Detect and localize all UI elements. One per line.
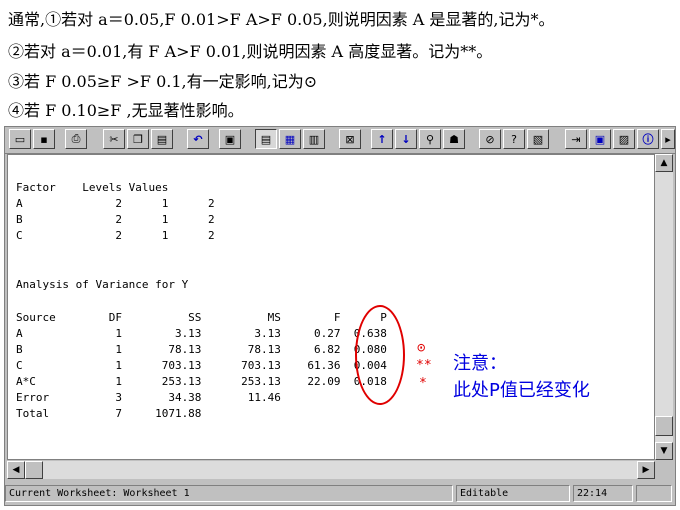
current-worksheet: Current Worksheet: Worksheet 1: [5, 485, 453, 502]
toolbar: ▭ ▪ ⎙ ✂ ❐ ▤ ↶ ▣ ▤ ▦ ▥ ⊠ ↑ ↓ ⚲ ☗ ⊘ ? ▧ ⇥ …: [5, 127, 675, 154]
anova-table: Source DF SS MS F P A 1 3.13 3.13 0.27 0…: [16, 311, 387, 420]
toolbar-overflow-icon[interactable]: ▸: [661, 129, 675, 149]
manage-graphs-icon[interactable]: ▧: [527, 129, 549, 149]
cut-icon[interactable]: ✂: [103, 129, 125, 149]
help-man-icon[interactable]: ☗: [443, 129, 465, 149]
data-window-icon[interactable]: ▦: [279, 129, 301, 149]
mark-c: **: [416, 358, 432, 373]
status-bar: Current Worksheet: Worksheet 1 Editable …: [5, 483, 675, 505]
help-icon[interactable]: ?: [503, 129, 525, 149]
info-window-icon[interactable]: ▥: [303, 129, 325, 149]
horizontal-scroll-thumb[interactable]: [25, 461, 43, 479]
mark-b: ⊙: [417, 340, 426, 356]
up-arrow-icon[interactable]: ↑: [371, 129, 393, 149]
project-manager-icon[interactable]: ⇥: [565, 129, 587, 149]
info-icon[interactable]: ⓘ: [637, 129, 659, 149]
window-icon[interactable]: ▣: [589, 129, 611, 149]
annotation-note: 注意：: [453, 353, 507, 374]
note-line-3: ③若 F 0.05≥F >F 0.1,有一定影响,记为⊙: [8, 72, 318, 91]
minitab-window: ▭ ▪ ⎙ ✂ ❐ ▤ ↶ ▣ ▤ ▦ ▥ ⊠ ↑ ↓ ⚲ ☗ ⊘ ? ▧ ⇥ …: [4, 126, 676, 506]
tile-icon[interactable]: ▨: [613, 129, 635, 149]
p-value-highlight-oval: [355, 305, 405, 405]
mark-ac: *: [419, 376, 427, 391]
horizontal-scrollbar[interactable]: ◀ ▶: [7, 461, 655, 479]
scroll-up-icon[interactable]: ▲: [655, 154, 673, 172]
copy-icon[interactable]: ❐: [127, 129, 149, 149]
scroll-right-icon[interactable]: ▶: [637, 461, 655, 479]
print-icon[interactable]: ⎙: [65, 129, 87, 149]
scroll-left-icon[interactable]: ◀: [7, 461, 25, 479]
factor-table: Factor Levels Values A 2 1 2 B 2 1 2 C 2…: [16, 181, 215, 242]
undo-icon[interactable]: ↶: [187, 129, 209, 149]
editable-status: Editable: [456, 485, 570, 502]
session-window[interactable]: Factor Levels Values A 2 1 2 B 2 1 2 C 2…: [7, 154, 655, 460]
clock: 22:14: [573, 485, 633, 502]
vertical-scroll-thumb[interactable]: [655, 416, 673, 436]
delete-icon[interactable]: ⊠: [339, 129, 361, 149]
open-icon[interactable]: ▭: [9, 129, 31, 149]
status-empty: [636, 485, 672, 502]
find-icon[interactable]: ⚲: [419, 129, 441, 149]
down-arrow-icon[interactable]: ↓: [395, 129, 417, 149]
edit-last-dialog-icon[interactable]: ▣: [219, 129, 241, 149]
scroll-down-icon[interactable]: ▼: [655, 442, 673, 460]
note-line-4: ④若 F 0.10≥F ,无显著性影响。: [8, 101, 244, 120]
note-line-2: ②若对 a＝0.01,有 F A>F 0.01,则说明因素 A 高度显著。记为*…: [8, 42, 493, 61]
save-icon[interactable]: ▪: [33, 129, 55, 149]
paste-icon[interactable]: ▤: [151, 129, 173, 149]
annotation-p-value-changed: 此处P值已经变化: [453, 380, 590, 401]
vertical-scrollbar[interactable]: ▲ ▼: [655, 154, 673, 460]
anova-title: Analysis of Variance for Y: [16, 278, 189, 291]
note-line-1: 通常,①若对 a＝0.05,F 0.01>F A>F 0.05,则说明因素 A …: [8, 10, 555, 29]
cancel-icon[interactable]: ⊘: [479, 129, 501, 149]
session-window-icon[interactable]: ▤: [255, 129, 277, 149]
